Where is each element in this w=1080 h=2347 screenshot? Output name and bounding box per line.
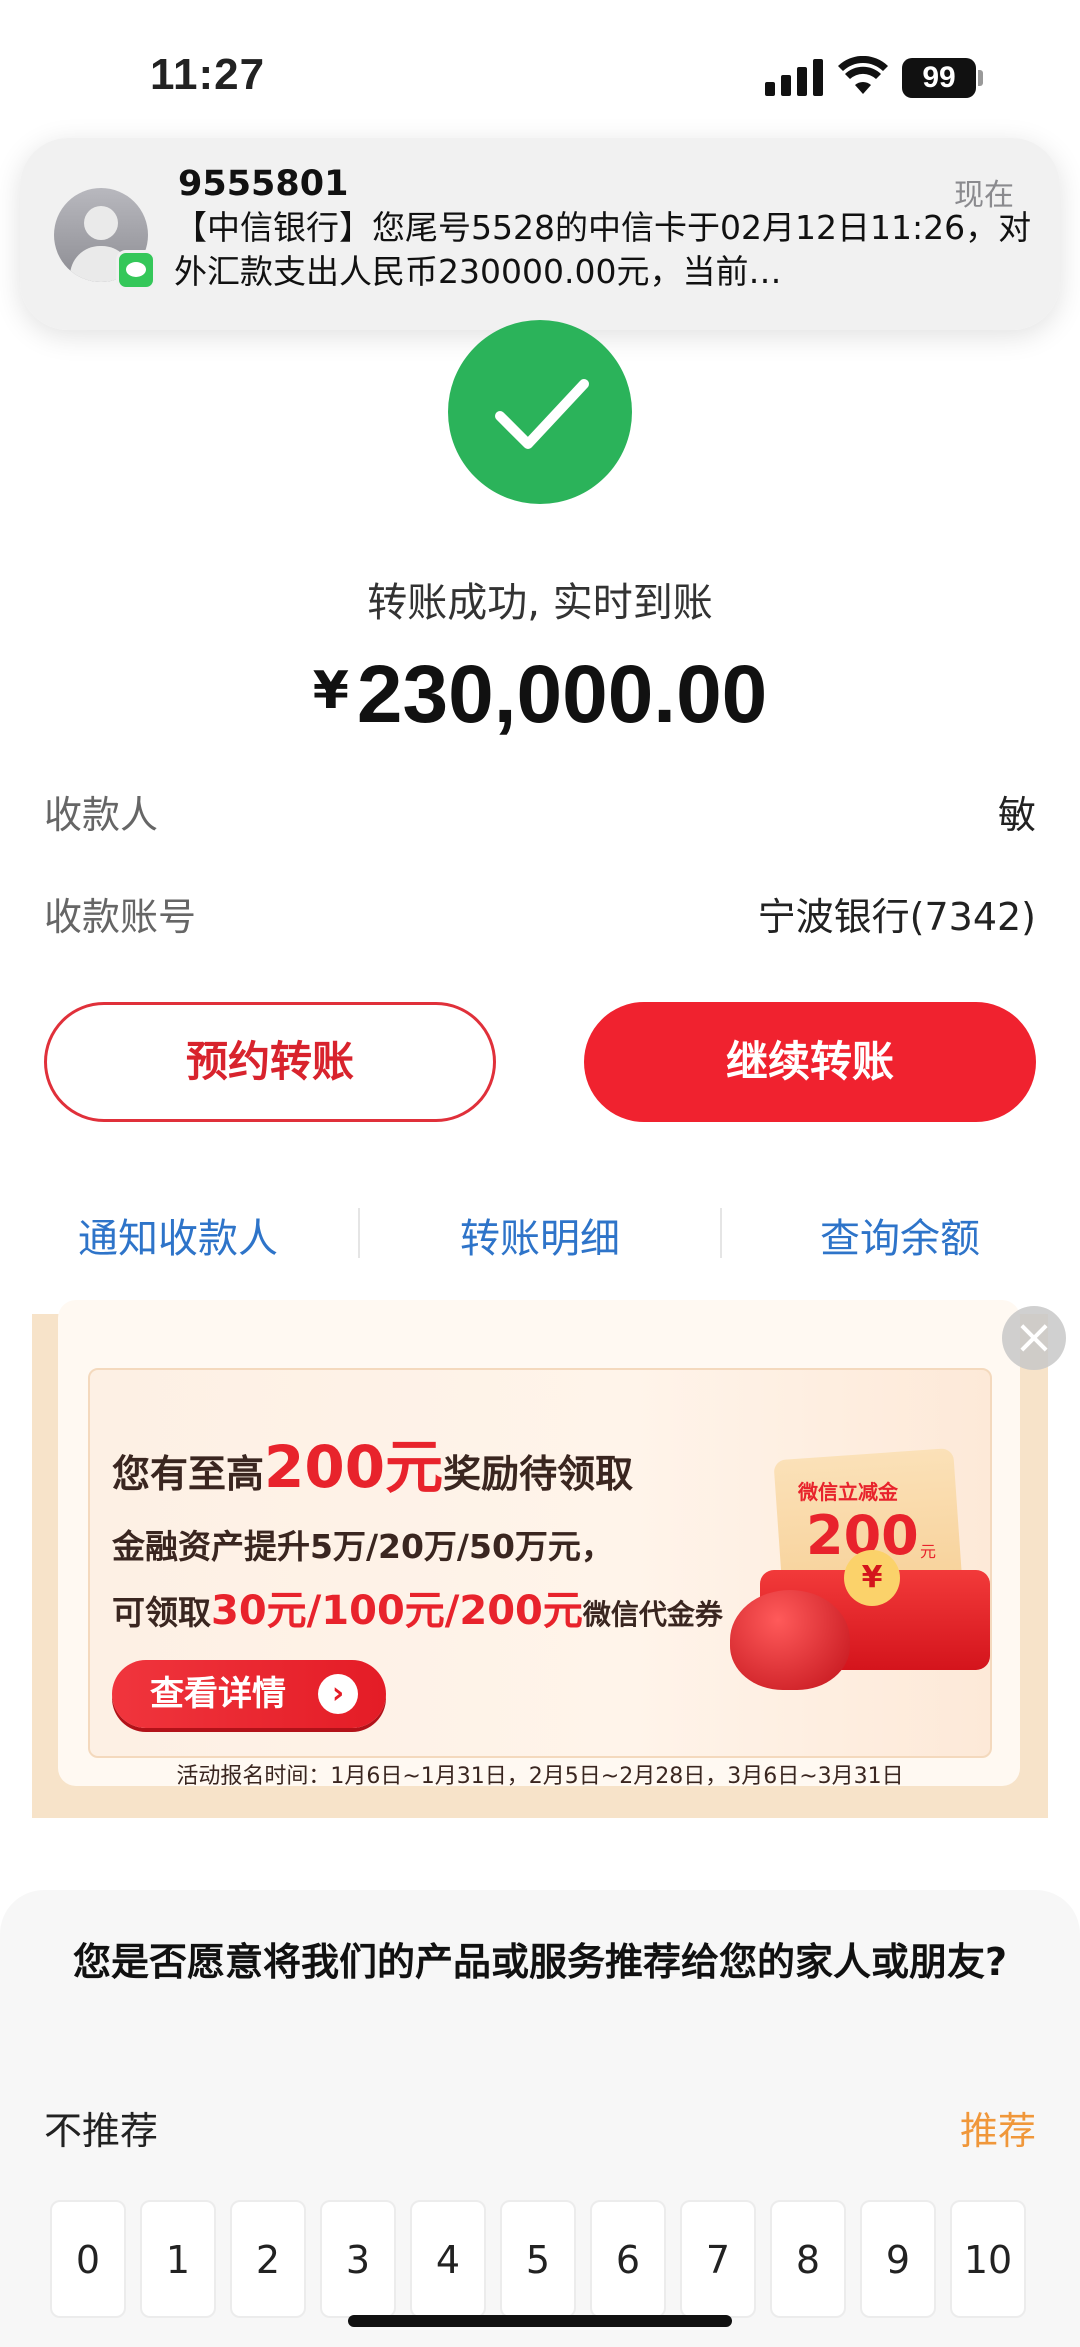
battery-icon: 99: [902, 58, 976, 98]
payee-value: 敏: [997, 793, 1036, 837]
view-details-button[interactable]: 查看详情 ›: [112, 1660, 386, 1728]
transfer-status-text: 转账成功, 实时到账: [367, 580, 713, 626]
currency-symbol: ¥: [312, 661, 349, 721]
battery-cap: [978, 70, 983, 86]
survey-question: 您是否愿意将我们的产品或服务推荐给您的家人或朋友?: [72, 1940, 1008, 1984]
not-recommend-label: 不推荐: [44, 2109, 159, 2153]
notification-sender: 9555801: [178, 164, 349, 204]
score-button-6[interactable]: 6: [590, 2200, 666, 2318]
recommend-label: 推荐: [959, 2109, 1036, 2153]
voucher-label: 微信立减金: [798, 1480, 898, 1504]
close-icon[interactable]: ×: [1002, 1306, 1066, 1370]
promo-title-highlight: 200元: [264, 1433, 444, 1501]
transfer-details-link[interactable]: 转账明细: [390, 1206, 690, 1264]
score-button-2[interactable]: 2: [230, 2200, 306, 2318]
transfer-amount: ¥230,000.00: [0, 648, 1080, 742]
notify-payee-link[interactable]: 通知收款人: [28, 1206, 328, 1264]
score-button-7[interactable]: 7: [680, 2200, 756, 2318]
notification-body: 【中信银行】您尾号5528的中信卡于02月12日11:26，对外汇款支出人民币2…: [174, 208, 1032, 291]
voucher-unit: 元: [920, 1542, 937, 1561]
wifi-icon: [838, 56, 888, 94]
link-divider: [358, 1208, 360, 1258]
score-button-0[interactable]: 0: [50, 2200, 126, 2318]
status-bar: 11:27 99: [0, 0, 1080, 150]
link-divider: [720, 1208, 722, 1258]
promo-line-1: 金融资产提升5万/20万/50万元，: [112, 1527, 614, 1566]
checkmark-icon: [448, 320, 632, 504]
promo-line-2: 可领取30元/100元/200元微信代金券: [112, 1588, 723, 1634]
red-packet-illustration: 微信立减金 200 元 ¥: [720, 1440, 1000, 1690]
chevron-right-icon: ›: [318, 1674, 358, 1714]
sms-notification[interactable]: 9555801 现在 【中信银行】您尾号5528的中信卡于02月12日11:26…: [20, 138, 1060, 330]
check-balance-link[interactable]: 查询余额: [750, 1206, 1050, 1264]
messages-icon: [116, 250, 156, 290]
home-indicator[interactable]: [348, 2315, 732, 2327]
score-button-5[interactable]: 5: [500, 2200, 576, 2318]
score-button-4[interactable]: 4: [410, 2200, 486, 2318]
cellular-signal-icon: [765, 58, 823, 96]
score-button-3[interactable]: 3: [320, 2200, 396, 2318]
account-value: 宁波银行(7342): [757, 895, 1036, 939]
payee-label: 收款人: [44, 793, 159, 837]
quick-links: 通知收款人 转账明细 查询余额: [0, 1200, 1080, 1270]
status-time: 11:27: [150, 50, 266, 99]
payee-row: 收款人 敏: [44, 784, 1036, 844]
schedule-transfer-button[interactable]: 预约转账: [44, 1002, 496, 1122]
account-label: 收款账号: [44, 895, 197, 939]
coin-icon: ¥: [844, 1550, 900, 1606]
promo-title: 您有至高200元奖励待领取: [112, 1433, 634, 1501]
continue-transfer-button[interactable]: 继续转账: [584, 1002, 1036, 1122]
score-button-8[interactable]: 8: [770, 2200, 846, 2318]
money-bag-icon: [730, 1590, 850, 1690]
account-row: 收款账号 宁波银行(7342): [44, 886, 1036, 946]
score-button-10[interactable]: 10: [950, 2200, 1026, 2318]
amount-value: 230,000.00: [356, 649, 768, 740]
score-button-1[interactable]: 1: [140, 2200, 216, 2318]
promo-footnote: 活动报名时间：1月6日~1月31日，2月5日~2月28日，3月6日~3月31日: [176, 1764, 904, 1789]
score-button-9[interactable]: 9: [860, 2200, 936, 2318]
